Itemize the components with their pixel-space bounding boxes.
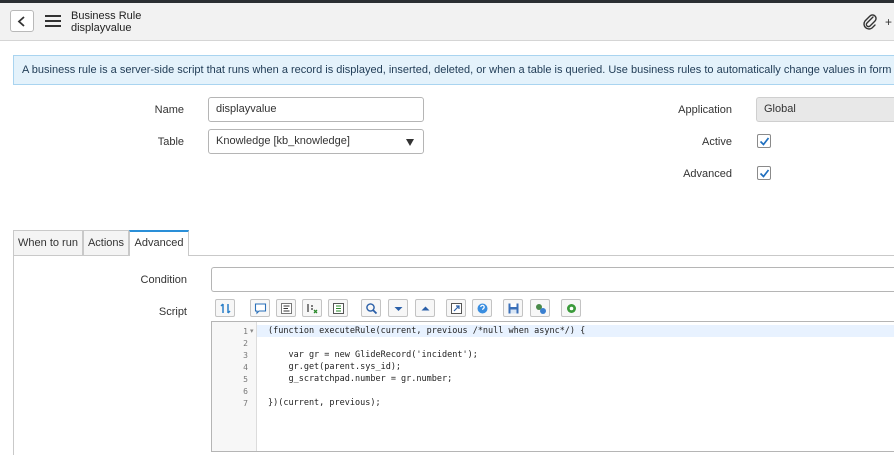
advanced-label: Advanced [683, 168, 732, 180]
code-line: (function executeRule(current, previous … [268, 326, 586, 336]
checkmark-icon [759, 169, 770, 178]
name-label: Name [154, 104, 184, 116]
code-line: })(current, previous); [268, 398, 381, 408]
line-number: 3 [243, 351, 248, 360]
line-number: 2 [243, 339, 248, 348]
checkmark-icon [759, 137, 770, 146]
format-code-icon [281, 303, 292, 314]
chevron-left-icon [17, 16, 25, 27]
search-icon [366, 303, 378, 315]
help-button[interactable] [472, 299, 492, 317]
line-number: 1 [243, 327, 248, 336]
tab-advanced[interactable]: Advanced [129, 230, 189, 256]
toggle-syntax-icon [220, 303, 231, 314]
replace-button[interactable] [302, 299, 322, 317]
replace-all-button[interactable] [328, 299, 348, 317]
search-button[interactable] [361, 299, 381, 317]
record-name-label: displayvalue [71, 22, 132, 34]
line-number: 6 [243, 387, 248, 396]
active-checkbox[interactable] [757, 134, 771, 148]
comment-button[interactable] [250, 299, 270, 317]
script-label: Script [158, 306, 187, 318]
name-input[interactable]: displayvalue [208, 97, 424, 122]
condition-label: Condition [140, 274, 187, 286]
fold-down-icon [394, 307, 403, 311]
debug-icon [536, 304, 546, 314]
help-icon [477, 303, 488, 314]
code-line: g_scratchpad.number = gr.number; [268, 374, 453, 384]
advanced-checkbox[interactable] [757, 166, 771, 180]
application-label: Application [678, 104, 732, 116]
dropdown-arrow-icon [406, 139, 414, 146]
info-message: A business rule is a server-side script … [13, 55, 894, 85]
paperclip-icon[interactable] [862, 13, 878, 31]
replace-icon [307, 304, 318, 314]
condition-input[interactable] [211, 267, 894, 292]
fullscreen-button[interactable] [446, 299, 466, 317]
fold-up-icon [421, 306, 430, 311]
application-field: Global [756, 97, 894, 122]
debug-button[interactable] [530, 299, 550, 317]
save-icon [508, 303, 519, 314]
code-line: gr.get(parent.sys_id); [268, 362, 402, 372]
comment-icon [254, 303, 267, 315]
table-select[interactable]: Knowledge [kb_knowledge] [208, 129, 424, 154]
table-select-value: Knowledge [kb_knowledge] [216, 135, 350, 147]
format-code-button[interactable] [276, 299, 296, 317]
tab-actions[interactable]: Actions [83, 230, 129, 255]
active-label: Active [702, 136, 732, 148]
form-type-label: Business Rule [71, 10, 142, 22]
back-button[interactable] [10, 10, 34, 32]
more-icon[interactable]: + [885, 15, 892, 29]
settings-icon [567, 304, 576, 313]
header-title: Business Rule displayvalue [71, 10, 141, 34]
line-number: 4 [243, 363, 248, 372]
fullscreen-icon [451, 303, 462, 314]
replace-all-icon [333, 303, 344, 314]
table-label: Table [157, 136, 184, 148]
line-number: 5 [243, 375, 248, 384]
fold-up-button[interactable] [415, 299, 435, 317]
line-number: 7 [243, 399, 248, 408]
form-header: Business Rule displayvalue + [0, 3, 894, 41]
hamburger-menu-icon[interactable] [45, 15, 61, 27]
toggle-syntax-button[interactable] [215, 299, 235, 317]
fold-down-button[interactable] [388, 299, 408, 317]
settings-button[interactable] [561, 299, 581, 317]
save-button[interactable] [503, 299, 523, 317]
fold-arrow-icon[interactable]: ▾ [250, 327, 254, 335]
tab-when-to-run[interactable]: When to run [13, 230, 83, 255]
code-line: var gr = new GlideRecord('incident'); [268, 350, 478, 360]
script-editor[interactable]: 1 ▾ 2 3 4 5 6 7 (function executeRule(cu… [211, 321, 894, 452]
